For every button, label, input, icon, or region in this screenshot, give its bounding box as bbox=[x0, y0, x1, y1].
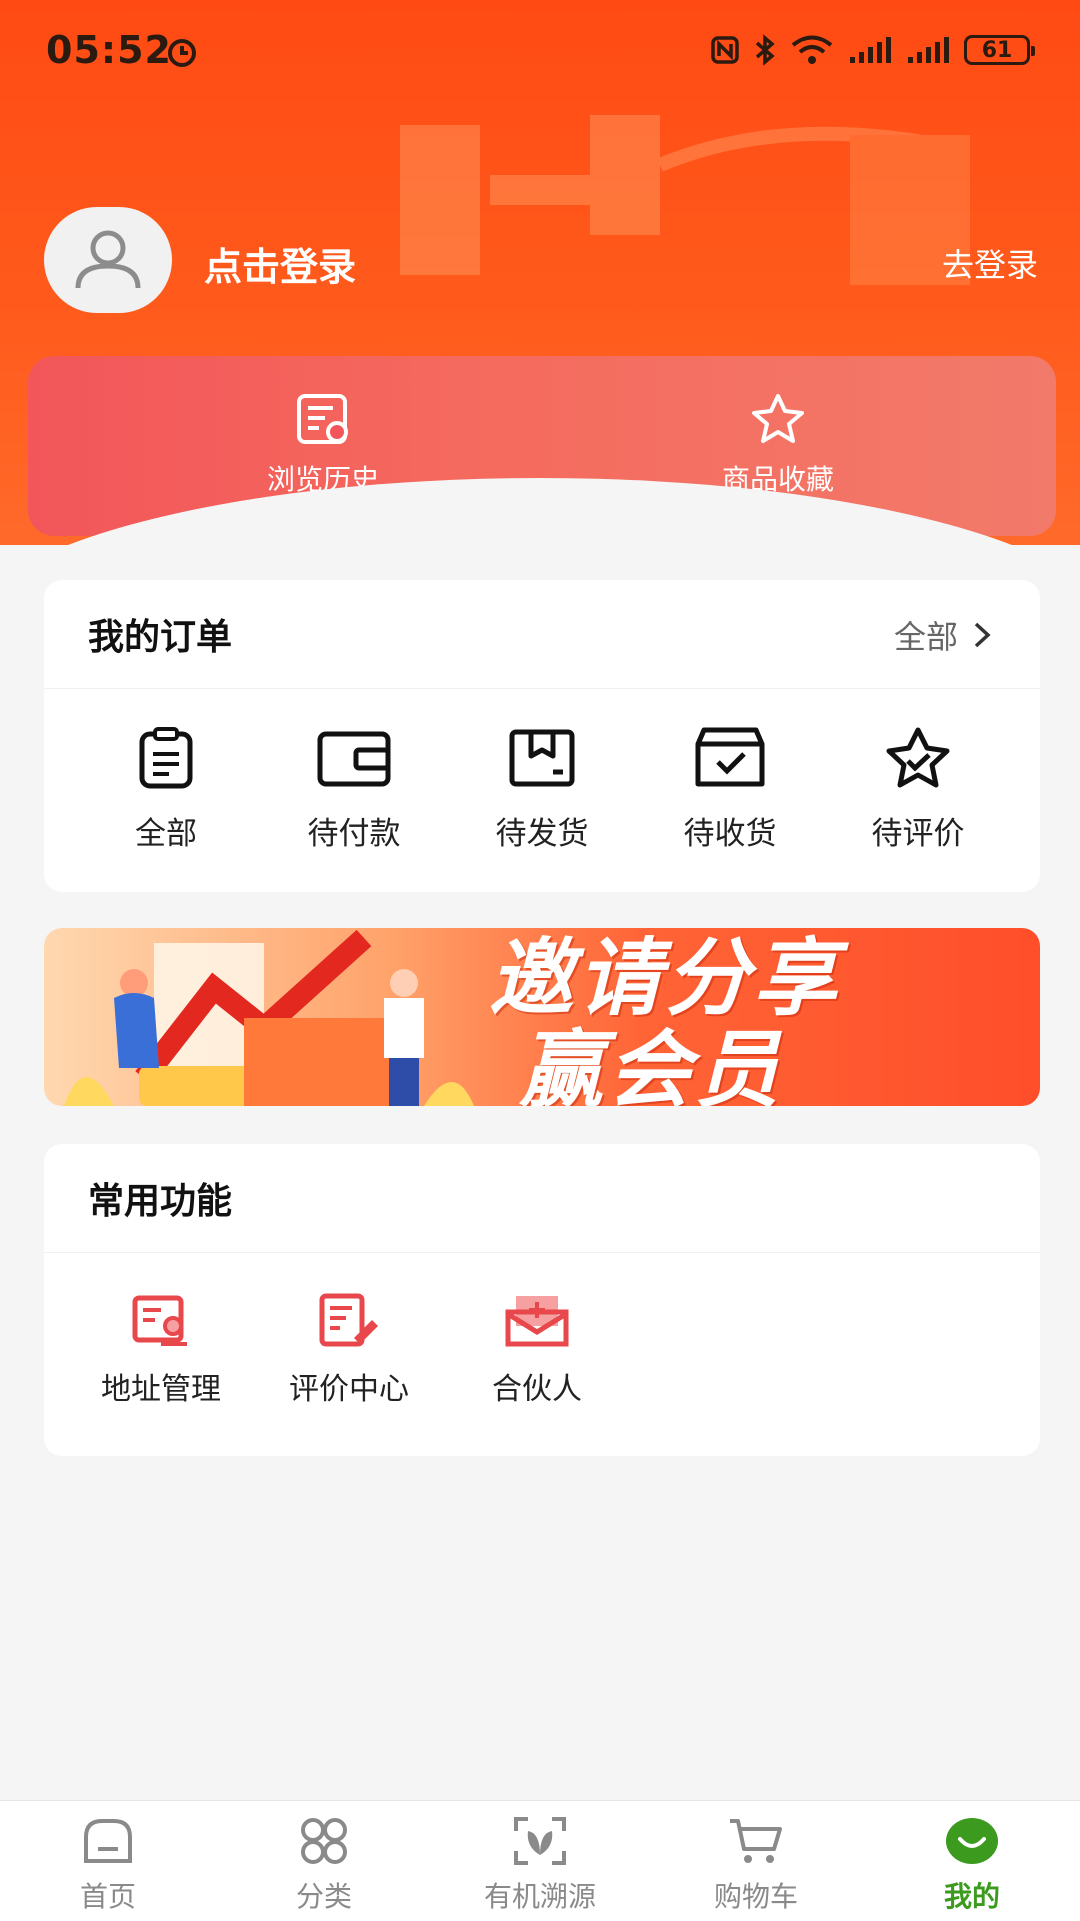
banner-line-2: 赢会员 bbox=[519, 1021, 784, 1106]
address-management-label: 地址管理 bbox=[101, 1372, 221, 1407]
orders-view-all-link[interactable]: 全部 bbox=[894, 612, 992, 658]
partner-mail-icon bbox=[505, 1296, 569, 1347]
receive-box-icon bbox=[695, 727, 765, 787]
signal-icon-2 bbox=[908, 37, 949, 63]
order-pending-receipt-label: 待收货 bbox=[683, 816, 777, 852]
go-login-link[interactable]: 去登录 bbox=[942, 240, 1038, 286]
order-all-label: 全部 bbox=[135, 816, 197, 852]
favorites-button[interactable]: 商品收藏 bbox=[658, 392, 898, 498]
user-avatar-icon bbox=[75, 230, 141, 289]
orders-view-all-label: 全部 bbox=[893, 618, 958, 656]
nfc-icon bbox=[711, 36, 739, 64]
clock-badge-icon bbox=[168, 39, 196, 67]
nav-profile[interactable]: 我的 bbox=[882, 1815, 1062, 1915]
review-center-button[interactable]: 评价中心 bbox=[264, 1292, 434, 1408]
nav-home[interactable]: 首页 bbox=[18, 1815, 198, 1915]
box-icon bbox=[509, 729, 575, 787]
banner-line-1: 邀请分享 bbox=[489, 929, 842, 1027]
bluetooth-icon bbox=[755, 34, 775, 66]
cart-icon bbox=[730, 1819, 782, 1863]
battery-level: 61 bbox=[981, 37, 1013, 63]
header-decoration bbox=[400, 115, 970, 285]
home-icon bbox=[84, 1819, 132, 1863]
functions-title: 常用功能 bbox=[88, 1181, 233, 1222]
review-icon bbox=[319, 1293, 378, 1347]
order-all-button[interactable]: 全部 bbox=[86, 726, 246, 853]
orders-title: 我的订单 bbox=[88, 617, 233, 658]
category-icon bbox=[301, 1818, 347, 1864]
partner-button[interactable]: 合伙人 bbox=[452, 1292, 622, 1408]
order-pending-review-button[interactable]: 待评价 bbox=[838, 726, 998, 853]
nav-cart-label: 购物车 bbox=[713, 1880, 798, 1913]
bottom-nav: 首页 分类 有机溯源 购物车 我的 bbox=[0, 1800, 1080, 1921]
star-icon bbox=[752, 394, 804, 443]
chevron-right-icon bbox=[974, 622, 991, 648]
banner-illustration bbox=[64, 929, 474, 1106]
status-time: 05:52 bbox=[46, 28, 172, 72]
profile-smile-icon bbox=[946, 1818, 998, 1864]
review-center-label: 评价中心 bbox=[289, 1372, 409, 1407]
nav-organic-trace[interactable]: 有机溯源 bbox=[450, 1815, 630, 1915]
divider bbox=[44, 688, 1040, 689]
nav-cart[interactable]: 购物车 bbox=[666, 1815, 846, 1915]
common-functions-card: 常用功能 地址管理 评价中心 合伙人 bbox=[44, 1144, 1040, 1456]
signal-icon bbox=[850, 37, 891, 63]
partner-label: 合伙人 bbox=[492, 1372, 582, 1407]
address-management-button[interactable]: 地址管理 bbox=[76, 1292, 246, 1408]
order-pending-receipt-button[interactable]: 待收货 bbox=[650, 726, 810, 853]
trace-scan-icon bbox=[514, 1817, 566, 1865]
status-bar: 05:52 61 bbox=[0, 0, 1080, 105]
banner-text: 邀请分享 赢会员 bbox=[489, 932, 841, 1106]
order-pending-payment-label: 待付款 bbox=[307, 816, 401, 852]
wallet-icon bbox=[317, 731, 391, 787]
divider bbox=[44, 1252, 1040, 1253]
nav-profile-label: 我的 bbox=[943, 1880, 1000, 1913]
nav-home-label: 首页 bbox=[79, 1880, 136, 1913]
invite-share-banner[interactable]: 邀请分享 赢会员 bbox=[44, 928, 1040, 1106]
star-check-icon bbox=[886, 727, 950, 788]
wifi-icon bbox=[791, 35, 833, 64]
nav-category-label: 分类 bbox=[295, 1880, 352, 1913]
order-pending-review-label: 待评价 bbox=[871, 816, 965, 852]
avatar[interactable] bbox=[44, 207, 172, 313]
profile-header: 05:52 61 点击登录 去登录 浏览历史 商品收藏 bbox=[0, 0, 1080, 545]
clipboard-icon bbox=[139, 727, 193, 789]
address-icon bbox=[132, 1295, 187, 1346]
order-pending-shipment-label: 待发货 bbox=[495, 816, 589, 852]
status-icons: 61 bbox=[710, 34, 1035, 66]
my-orders-card: 我的订单 全部 全部 待付款 待发货 待收货 待评价 bbox=[44, 580, 1040, 892]
history-icon bbox=[297, 394, 348, 444]
login-title[interactable]: 点击登录 bbox=[204, 236, 356, 291]
nav-category[interactable]: 分类 bbox=[234, 1815, 414, 1915]
order-pending-payment-button[interactable]: 待付款 bbox=[274, 726, 434, 853]
order-pending-shipment-button[interactable]: 待发货 bbox=[462, 726, 622, 853]
nav-organic-trace-label: 有机溯源 bbox=[483, 1880, 596, 1913]
battery-indicator: 61 bbox=[964, 35, 1035, 65]
